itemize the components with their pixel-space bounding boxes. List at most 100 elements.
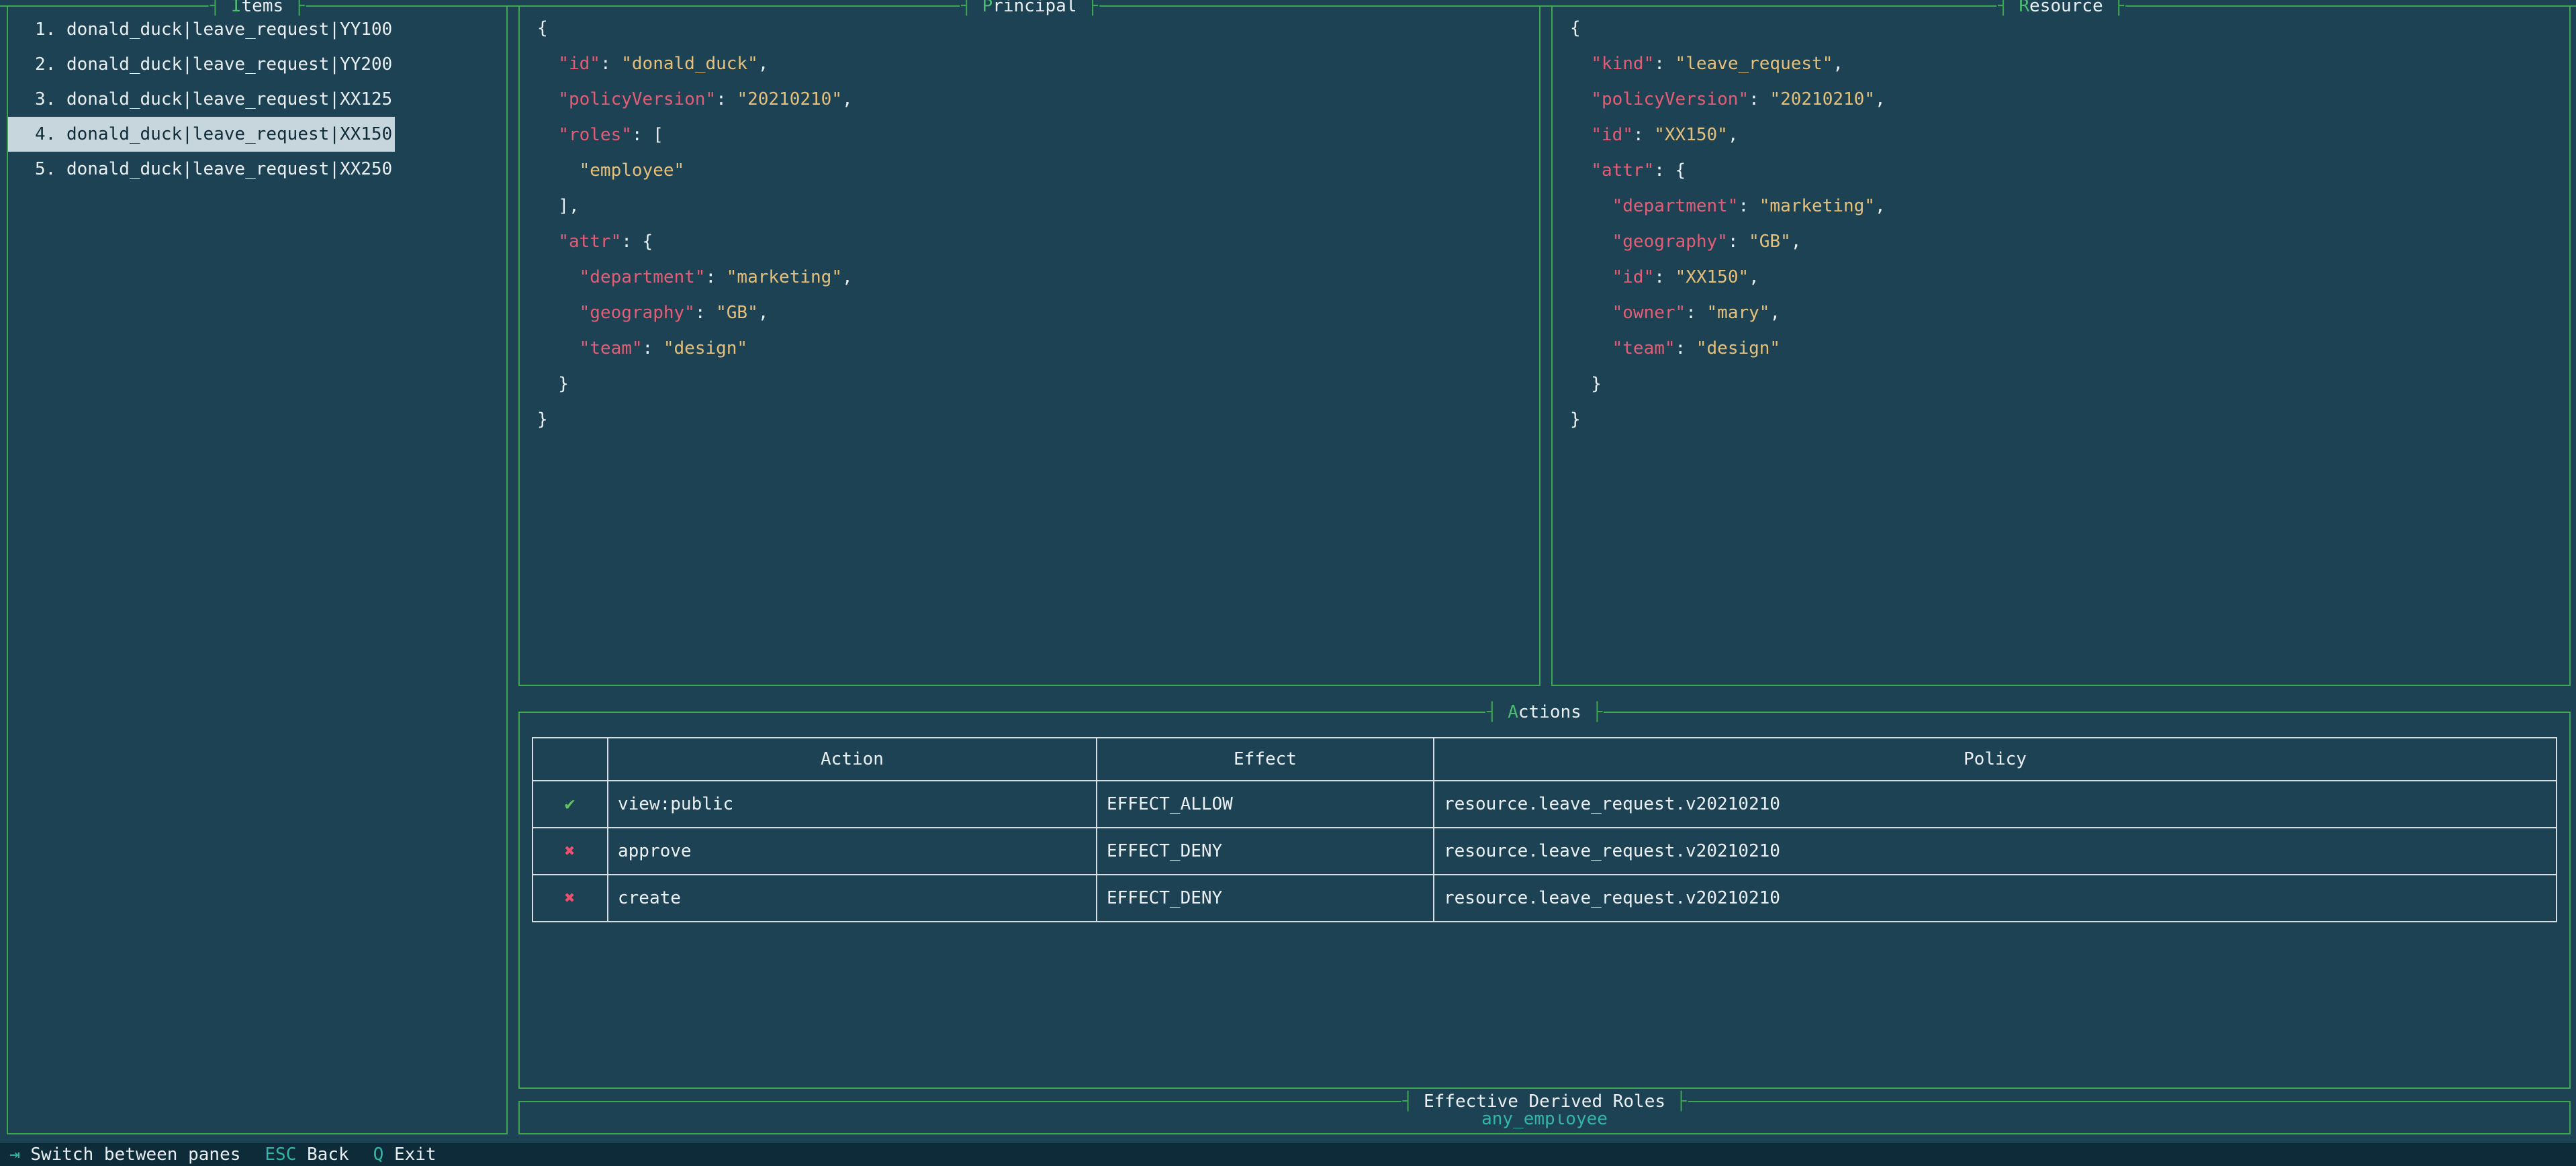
- json-key: "department": [1612, 196, 1739, 216]
- effective-derived-roles-panel: ┤ Effective Derived Roles ├ any_employee: [518, 1101, 2571, 1134]
- json-line: "roles": [: [537, 117, 1539, 153]
- json-punctuation: :: [632, 125, 653, 145]
- json-string-value: "GB": [1749, 232, 1791, 252]
- shortcut-key: ESC: [265, 1145, 296, 1165]
- resource-panel-title: ┤ Resource ├: [1996, 0, 2125, 19]
- json-line: }: [537, 402, 1539, 438]
- json-line: "id": "XX150",: [1570, 117, 2569, 153]
- json-line: "department": "marketing",: [1570, 189, 2569, 224]
- column-header-action: Action: [608, 738, 1097, 781]
- json-punctuation: :: [1675, 338, 1696, 358]
- json-punctuation: ,: [1875, 196, 1886, 216]
- principal-panel-title: ┤ Principal ├: [960, 0, 1099, 19]
- json-punctuation: :: [1654, 160, 1675, 181]
- title-tick-right: ├: [283, 0, 304, 16]
- json-line: "kind": "leave_request",: [1570, 46, 2569, 82]
- json-line: "geography": "GB",: [1570, 224, 2569, 260]
- json-string-value: "marketing": [1759, 196, 1875, 216]
- json-punctuation: ,: [758, 54, 769, 74]
- title-label: esource: [2029, 0, 2103, 16]
- json-key: "id": [558, 54, 600, 74]
- tab-key-icon: ⇥: [9, 1145, 20, 1165]
- json-punctuation: [537, 267, 580, 287]
- json-key: "attr": [558, 232, 621, 252]
- json-key: "id": [1591, 125, 1633, 145]
- effect-cell: EFFECT_ALLOW: [1097, 781, 1434, 828]
- json-punctuation: ],: [537, 196, 580, 216]
- json-punctuation: {: [1675, 160, 1686, 181]
- action-row: ✔view:publicEFFECT_ALLOWresource.leave_r…: [533, 781, 2557, 828]
- json-line: "owner": "mary",: [1570, 295, 2569, 331]
- deny-cross-icon: ✖: [533, 875, 608, 922]
- title-tick-left: ┤: [1487, 702, 1508, 722]
- json-key: "geography": [580, 303, 695, 323]
- json-key: "department": [580, 267, 706, 287]
- json-string-value: "20210210": [1769, 89, 1875, 109]
- json-punctuation: [1570, 160, 1591, 181]
- json-punctuation: [537, 125, 558, 145]
- actions-table: ActionEffectPolicy ✔view:publicEFFECT_AL…: [532, 737, 2557, 922]
- title-tick-left: ┤: [961, 0, 982, 16]
- resource-panel: ┤ Resource ├ { "kind": "leave_request", …: [1551, 5, 2571, 686]
- json-key: "attr": [1591, 160, 1654, 181]
- json-punctuation: :: [1738, 196, 1759, 216]
- json-key: "id": [1612, 267, 1655, 287]
- json-punctuation: }: [1570, 409, 1581, 430]
- json-punctuation: ,: [1791, 232, 1802, 252]
- json-punctuation: :: [621, 232, 642, 252]
- json-line: }: [537, 367, 1539, 402]
- items-list-item-selected[interactable]: 4. donald_duck|leave_request|XX150: [8, 117, 395, 152]
- json-line: "team": "design": [537, 331, 1539, 367]
- table-header-row: ActionEffectPolicy: [533, 738, 2557, 781]
- items-list-item[interactable]: 5. donald_duck|leave_request|XX250: [8, 152, 500, 187]
- json-key: "policyVersion": [558, 89, 716, 109]
- title-shortcut-letter: I: [231, 0, 242, 16]
- principal-json-view: { "id": "donald_duck", "policyVersion": …: [520, 7, 1539, 438]
- title-shortcut-letter: R: [2019, 0, 2029, 16]
- json-key: "owner": [1612, 303, 1686, 323]
- json-key: "team": [1612, 338, 1675, 358]
- action-row: ✖approveEFFECT_DENYresource.leave_reques…: [533, 828, 2557, 875]
- json-line: "attr": {: [1570, 153, 2569, 189]
- json-line: "attr": {: [537, 224, 1539, 260]
- json-line: "id": "XX150",: [1570, 260, 2569, 295]
- json-punctuation: :: [1654, 267, 1675, 287]
- action-cell: approve: [608, 828, 1097, 875]
- json-string-value: "GB": [716, 303, 758, 323]
- action-cell: create: [608, 875, 1097, 922]
- shortcut-label: Switch between panes: [30, 1145, 240, 1165]
- status-shortcut: ⇥ Switch between panes: [9, 1145, 240, 1165]
- json-line: "team": "design": [1570, 331, 2569, 367]
- tui-screen: ┤ Items ├ 1. donald_duck|leave_request|Y…: [0, 0, 2576, 1166]
- json-punctuation: :: [643, 338, 663, 358]
- json-line: "policyVersion": "20210210",: [1570, 82, 2569, 117]
- json-punctuation: [537, 303, 580, 323]
- json-key: "kind": [1591, 54, 1654, 74]
- json-line: "geography": "GB",: [537, 295, 1539, 331]
- json-string-value: "design": [1696, 338, 1780, 358]
- json-string-value: "leave_request": [1675, 54, 1833, 74]
- json-key: "policyVersion": [1591, 89, 1749, 109]
- json-punctuation: :: [600, 54, 621, 74]
- json-key: "team": [580, 338, 643, 358]
- items-panel-title: ┤ Items ├: [209, 0, 306, 19]
- items-list-item[interactable]: 3. donald_duck|leave_request|XX125: [8, 82, 500, 117]
- effective-derived-roles-title: ┤ Effective Derived Roles ├: [1401, 1089, 1688, 1114]
- json-string-value: "employee": [580, 160, 685, 181]
- actions-panel-title: ┤ Actions ├: [1485, 699, 1604, 725]
- json-punctuation: [1570, 89, 1591, 109]
- json-punctuation: {: [537, 18, 548, 38]
- items-list-item[interactable]: 2. donald_duck|leave_request|YY200: [8, 47, 500, 82]
- items-list: 1. donald_duck|leave_request|YY1002. don…: [8, 7, 506, 187]
- json-string-value: "XX150": [1654, 125, 1728, 145]
- json-punctuation: [1570, 303, 1612, 323]
- column-header-effect: Effect: [1097, 738, 1434, 781]
- json-string-value: "mary": [1707, 303, 1770, 323]
- effect-cell: EFFECT_DENY: [1097, 828, 1434, 875]
- allow-check-icon: ✔: [533, 781, 608, 828]
- json-punctuation: }: [1570, 374, 1602, 394]
- column-header-policy: Policy: [1434, 738, 2557, 781]
- title-tick-right: ├: [2103, 0, 2124, 16]
- json-key: "geography": [1612, 232, 1728, 252]
- effect-cell: EFFECT_DENY: [1097, 875, 1434, 922]
